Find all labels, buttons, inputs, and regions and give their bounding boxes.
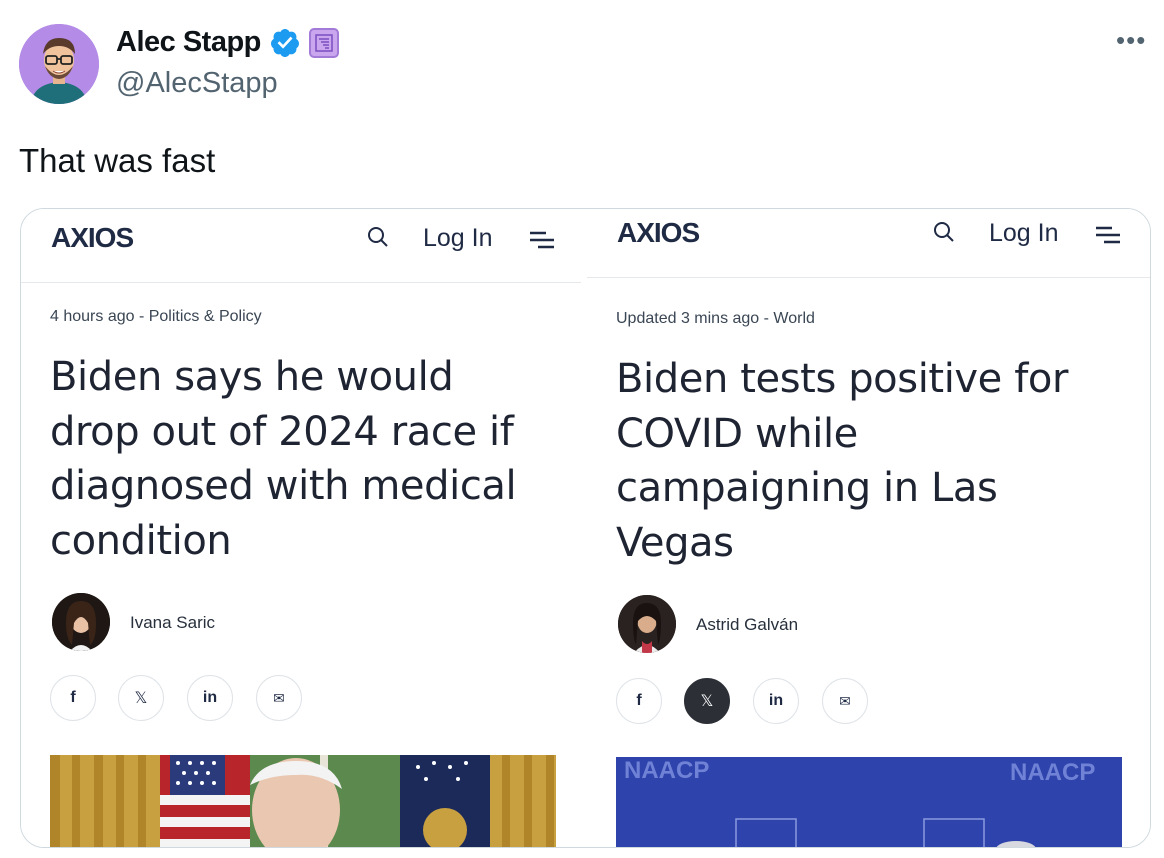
photo-banner-text: NAACP: [624, 757, 710, 784]
left-site-header: AXIOS Log In: [21, 209, 581, 283]
author-name: Astrid Galván: [696, 615, 799, 634]
x-share-icon: 𝕏: [118, 675, 164, 721]
left-article-screenshot[interactable]: AXIOS Log In 4 hours ago - Politics & Po…: [21, 209, 581, 847]
tweet-media[interactable]: AXIOS Log In 4 hours ago - Politics & Po…: [20, 208, 1151, 848]
author-avatar: [618, 595, 676, 653]
author-row: Alec Stapp: [116, 26, 339, 59]
email-share-icon: ✉: [256, 675, 302, 721]
headline-line: campaigning in Las: [616, 465, 998, 511]
affiliation-badge-icon[interactable]: [308, 27, 339, 58]
x-share-icon: 𝕏: [684, 678, 730, 724]
author-avatar: [52, 593, 110, 651]
login-link: Log In: [423, 224, 493, 252]
verified-badge-icon: [270, 28, 299, 57]
right-article-screenshot[interactable]: AXIOS Log In Updated 3 mins ago - World …: [587, 209, 1150, 847]
menu-icon: [1096, 226, 1120, 244]
menu-icon: [530, 231, 554, 249]
linkedin-share-icon: in: [753, 678, 799, 724]
right-site-header: AXIOS Log In: [587, 209, 1150, 278]
article-meta: Updated 3 mins ago - World: [616, 310, 815, 327]
handle[interactable]: @AlecStapp: [116, 67, 278, 100]
search-icon: [368, 227, 388, 247]
article-meta: 4 hours ago - Politics & Policy: [50, 308, 262, 325]
facebook-share-icon: f: [616, 678, 662, 724]
headline-line: Biden says he would: [50, 354, 454, 400]
axios-logo: AXIOS: [617, 217, 700, 248]
linkedin-share-icon: in: [187, 675, 233, 721]
login-link: Log In: [989, 219, 1059, 247]
email-share-icon: ✉: [822, 678, 868, 724]
headline-line: Vegas: [616, 519, 734, 566]
headline-line: Biden tests positive for: [616, 356, 1069, 402]
tweet-text: That was fast: [19, 142, 216, 179]
headline-line: COVID while: [616, 410, 858, 457]
author-name: Ivana Saric: [130, 613, 216, 632]
headline-line: drop out of 2024 race if: [50, 408, 514, 455]
article-photo: [50, 755, 556, 847]
display-name[interactable]: Alec Stapp: [116, 26, 261, 59]
avatar[interactable]: [19, 24, 99, 104]
article-headline: Biden tests positive for COVID while cam…: [616, 352, 1068, 570]
headline-line: condition: [50, 517, 232, 564]
article-photo: NAACP NAACP: [616, 757, 1122, 847]
search-icon: [934, 222, 954, 242]
more-options-icon[interactable]: •••: [1116, 27, 1146, 53]
axios-logo: AXIOS: [51, 222, 134, 253]
headline-line: diagnosed with medical: [50, 463, 517, 509]
facebook-share-icon: f: [50, 675, 96, 721]
article-headline: Biden says he would drop out of 2024 rac…: [50, 350, 517, 568]
photo-banner-text: NAACP: [1010, 759, 1096, 786]
